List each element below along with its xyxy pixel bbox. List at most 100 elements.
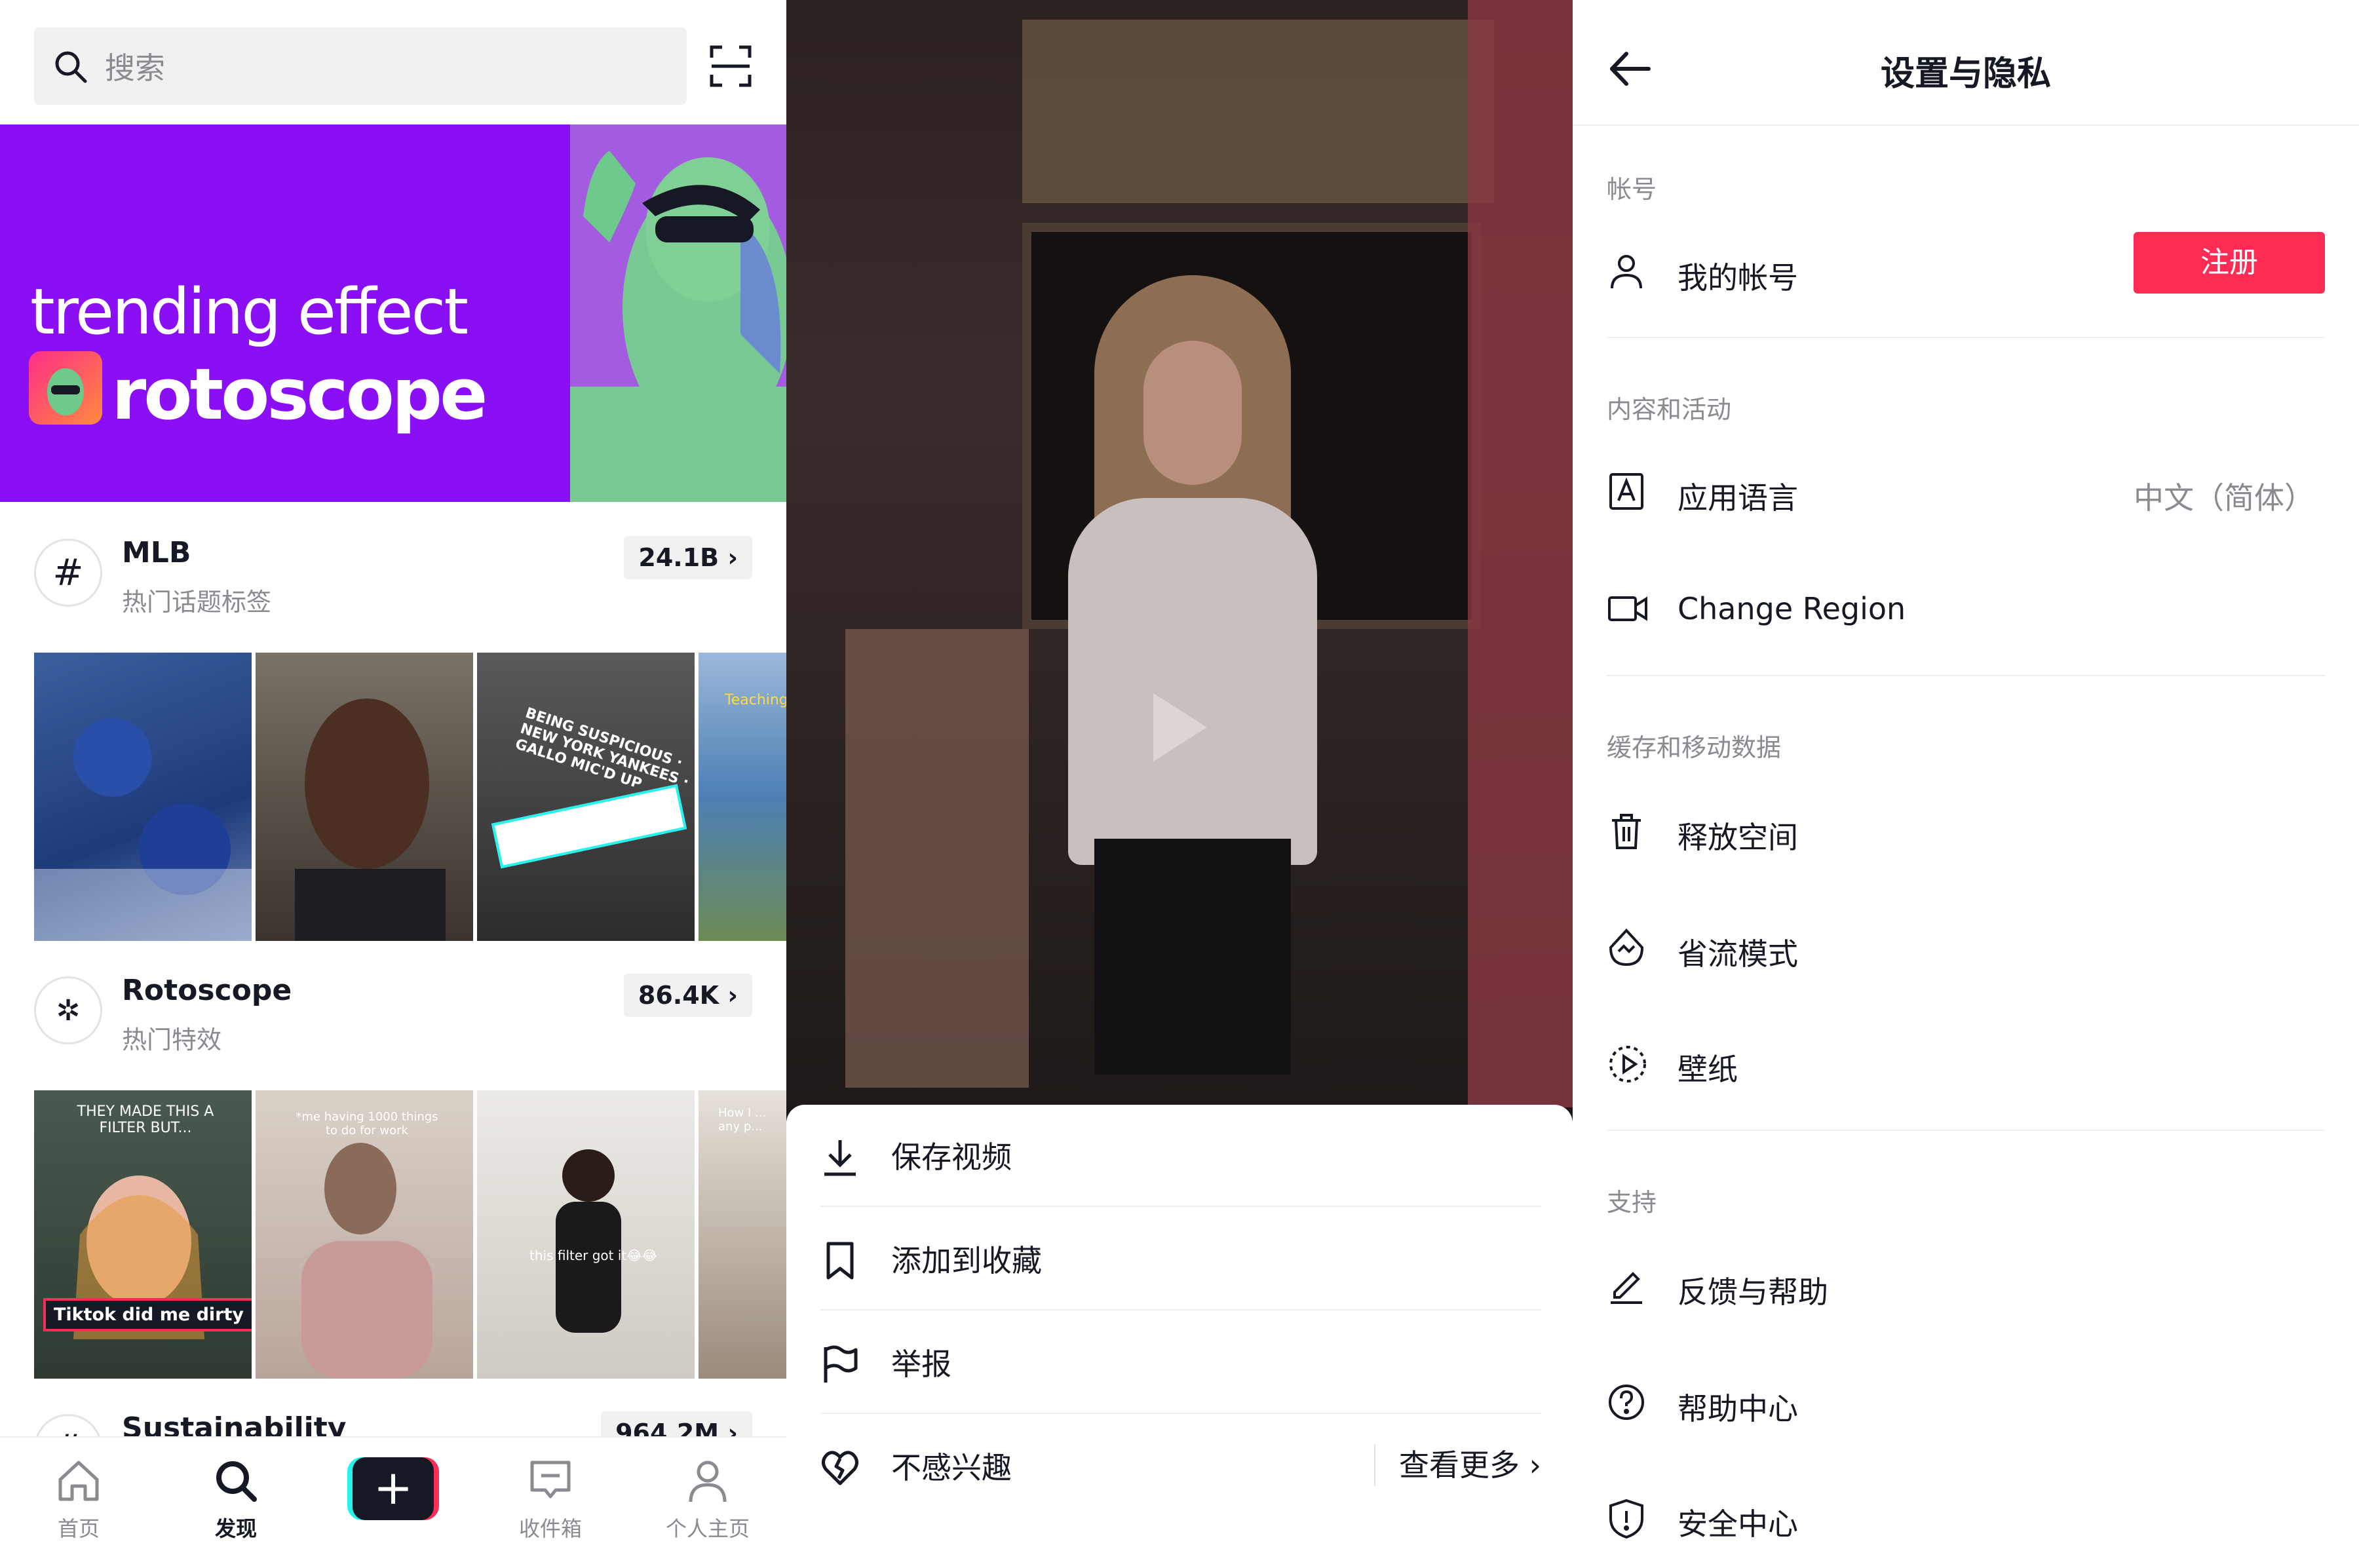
promo-banner[interactable]: trending effect rotoscope — [0, 124, 786, 502]
count-value: 24.1B — [638, 543, 719, 572]
video-thumbnail-row: THEY MADE THIS A FILTER BUT... Tiktok di… — [34, 1090, 786, 1379]
video-player[interactable] — [786, 0, 1573, 1107]
divider — [1607, 337, 2325, 338]
section-count[interactable]: 86.4K › — [623, 974, 752, 1017]
change-region-row[interactable]: Change Region — [1607, 569, 2325, 647]
row-label: 反馈与帮助 — [1678, 1274, 1828, 1310]
data-saver-icon — [1607, 928, 1646, 970]
option-label: 不感兴趣 — [891, 1450, 1012, 1485]
create-button[interactable]: + — [347, 1457, 439, 1520]
pencil-icon — [1607, 1266, 1646, 1308]
section-title: MLB — [122, 536, 191, 569]
row-label: 释放空间 — [1678, 820, 1798, 855]
help-center-row[interactable]: 帮助中心 — [1607, 1363, 2325, 1442]
settings-screen: 设置与隐私 帐号 我的帐号 注册 内容和活动 应用语言 中文（简体） Chang… — [1573, 0, 2359, 1568]
trash-icon — [1607, 811, 1646, 853]
row-label: 应用语言 — [1678, 480, 1798, 516]
video-thumbnail[interactable]: THEY MADE THIS A FILTER BUT... Tiktok di… — [34, 1090, 252, 1379]
my-account-row[interactable]: 我的帐号 注册 — [1607, 232, 2325, 311]
thumb-caption: Tiktok did me dirty — [43, 1298, 252, 1331]
banner-line1: trending effect — [30, 275, 469, 349]
tab-label: 首页 — [57, 1516, 100, 1541]
video-thumbnail[interactable]: *me having 1000 things to do for work — [256, 1090, 473, 1379]
search-icon — [216, 1461, 257, 1502]
save-video-option[interactable]: 保存视频 — [820, 1105, 1541, 1207]
video-person-shirt — [1068, 498, 1317, 865]
video-person-skirt — [1094, 839, 1291, 1075]
option-label: 添加到收藏 — [891, 1243, 1042, 1278]
video-background-poster — [1022, 20, 1494, 203]
section-title: Rotoscope — [122, 974, 292, 1007]
tab-label: 个人主页 — [665, 1516, 750, 1541]
video-thumbnail[interactable]: How I ... any p... — [699, 1090, 786, 1379]
rotoscope-logo-icon — [29, 351, 102, 425]
flag-icon — [820, 1345, 860, 1386]
row-label: 我的帐号 — [1678, 260, 1798, 296]
see-more-link[interactable]: 查看更多 › — [1373, 1444, 1541, 1486]
video-thumbnail-row: BEING SUSPICIOUS · NEW YORK YANKEES · GA… — [34, 653, 786, 941]
row-label: 安全中心 — [1678, 1506, 1798, 1542]
video-thumbnail[interactable]: BEING SUSPICIOUS · NEW YORK YANKEES · GA… — [477, 653, 695, 941]
tab-home[interactable]: 首页 — [20, 1456, 138, 1542]
add-to-favorites-option[interactable]: 添加到收藏 — [820, 1208, 1541, 1310]
hashtag-icon: # — [34, 539, 102, 607]
tab-label: 发现 — [214, 1516, 257, 1541]
free-up-space-row[interactable]: 释放空间 — [1607, 792, 2325, 870]
video-thumbnail[interactable] — [256, 653, 473, 941]
shield-icon — [1607, 1498, 1646, 1542]
row-label: 帮助中心 — [1678, 1391, 1798, 1426]
thumb-overlay-text: How I ... any p... — [718, 1106, 767, 1134]
see-more-label: 查看更多 — [1398, 1447, 1520, 1483]
video-person-face — [1143, 341, 1242, 485]
group-title-cache: 缓存和移动数据 — [1607, 733, 1782, 762]
tab-profile[interactable]: 个人主页 — [649, 1456, 767, 1542]
tab-discover[interactable]: 发现 — [177, 1456, 295, 1542]
tab-inbox[interactable]: 收件箱 — [491, 1456, 609, 1542]
wallpaper-play-icon — [1607, 1043, 1649, 1088]
hashtag-section-header[interactable]: # MLB 热门话题标签 24.1B › — [0, 524, 786, 636]
question-circle-icon — [1607, 1383, 1646, 1425]
search-input[interactable]: 搜索 — [34, 28, 687, 105]
inbox-icon — [530, 1461, 571, 1499]
play-icon[interactable] — [1147, 688, 1212, 769]
bottom-tab-bar: 首页 发现 + 收件箱 个人主页 — [0, 1436, 786, 1568]
effect-section-header[interactable]: ✲ Rotoscope 热门特效 86.4K › — [0, 962, 786, 1073]
section-subtitle: 热门话题标签 — [122, 588, 272, 617]
section-subtitle: 热门特效 — [122, 1025, 222, 1054]
group-title-content: 内容和活动 — [1607, 395, 1732, 424]
group-title-support: 支持 — [1607, 1188, 1657, 1217]
row-label: 省流模式 — [1678, 936, 1798, 972]
divider — [1607, 1130, 2325, 1131]
safety-center-row[interactable]: 安全中心 — [1607, 1478, 2325, 1557]
thumb-overlay-text: this filter got it😂😂 — [529, 1248, 657, 1263]
signup-button[interactable]: 注册 — [2134, 232, 2325, 294]
banner-illustration — [570, 124, 786, 502]
option-label: 保存视频 — [891, 1139, 1012, 1175]
data-saver-row[interactable]: 省流模式 — [1607, 908, 2325, 987]
download-icon — [820, 1138, 860, 1179]
row-label: 壁纸 — [1678, 1052, 1738, 1087]
tab-label: 收件箱 — [518, 1516, 582, 1541]
video-thumbnail[interactable]: Teaching — [699, 653, 786, 941]
profile-icon — [689, 1461, 727, 1502]
discover-screen: 搜索 trending effect rotoscope # MLB 热门话题标… — [0, 0, 786, 1568]
effect-wand-icon: ✲ — [34, 976, 102, 1044]
section-count[interactable]: 24.1B › — [624, 536, 752, 579]
option-label: 举报 — [891, 1347, 951, 1382]
share-action-sheet: 保存视频 添加到收藏 举报 不感兴趣 查看更多 › — [786, 1105, 1573, 1568]
language-icon — [1607, 472, 1646, 514]
row-label: Change Region — [1678, 591, 1906, 626]
app-language-row[interactable]: 应用语言 中文（简体） — [1607, 452, 2325, 531]
feedback-row[interactable]: 反馈与帮助 — [1607, 1246, 2325, 1325]
video-thumbnail[interactable] — [34, 653, 252, 941]
scan-icon[interactable] — [709, 45, 752, 90]
page-title: 设置与隐私 — [1880, 54, 2051, 94]
video-thumbnail[interactable]: this filter got it😂😂 — [477, 1090, 695, 1379]
thumb-overlay-text: Teaching — [725, 692, 786, 708]
video-camera-icon — [1607, 588, 1649, 630]
count-value: 86.4K — [638, 981, 719, 1010]
not-interested-option[interactable]: 不感兴趣 查看更多 › — [820, 1415, 1541, 1518]
back-arrow-icon[interactable] — [1607, 46, 1653, 94]
report-option[interactable]: 举报 — [820, 1312, 1541, 1414]
wallpaper-row[interactable]: 壁纸 — [1607, 1023, 2325, 1102]
